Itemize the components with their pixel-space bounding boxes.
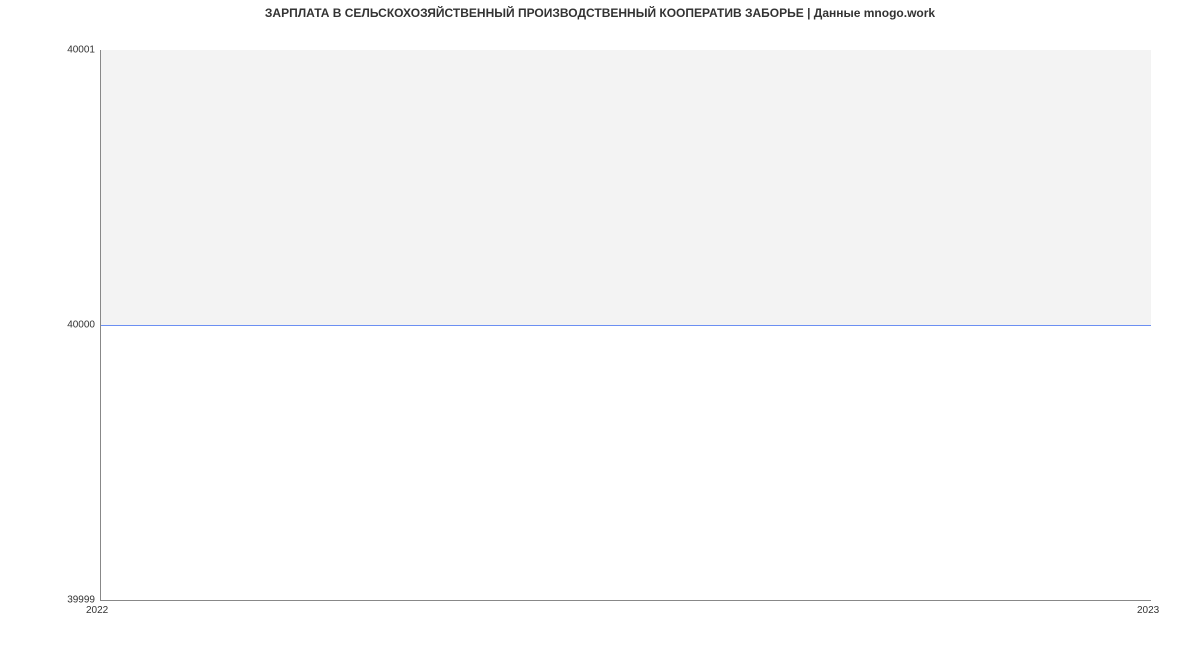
x-tick-left: 2022 xyxy=(86,605,108,616)
y-tick-middle: 40000 xyxy=(5,320,95,331)
x-tick-right: 2023 xyxy=(1137,605,1159,616)
series-line xyxy=(101,325,1151,326)
chart-title: ЗАРПЛАТА В СЕЛЬСКОХОЗЯЙСТВЕННЫЙ ПРОИЗВОД… xyxy=(0,6,1200,20)
y-tick-top: 40001 xyxy=(5,45,95,56)
y-tick-bottom: 39999 xyxy=(5,595,95,606)
plot-area xyxy=(100,50,1151,601)
area-fill xyxy=(101,50,1151,325)
salary-chart: ЗАРПЛАТА В СЕЛЬСКОХОЗЯЙСТВЕННЫЙ ПРОИЗВОД… xyxy=(0,0,1200,650)
